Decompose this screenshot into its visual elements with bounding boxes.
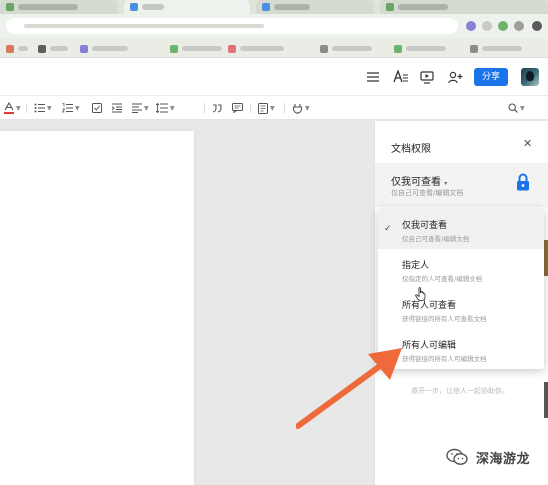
- permission-option-only-me[interactable]: ✓ 仅我可查看 仅自己可查看/编辑文档: [378, 209, 544, 249]
- lock-icon: [516, 173, 530, 191]
- share-button[interactable]: 分享: [474, 68, 508, 86]
- chevron-down-icon: ▼: [170, 104, 175, 112]
- menu-icon[interactable]: [364, 68, 382, 86]
- divider: [204, 103, 205, 113]
- chevron-down-icon: ▼: [305, 104, 310, 112]
- app-header: 分享: [0, 58, 548, 96]
- hand-cursor-icon: [415, 286, 427, 301]
- browser-tab[interactable]: [256, 0, 374, 14]
- numbered-list-icon[interactable]: ▼: [62, 101, 80, 115]
- address-input[interactable]: [6, 18, 458, 34]
- current-permission[interactable]: 仅我可查看 ▾ 仅自己可查看/编辑文档: [375, 163, 548, 207]
- extension-icon[interactable]: [466, 21, 476, 31]
- add-collaborator-icon[interactable]: [446, 68, 464, 86]
- current-permission-desc: 仅自己可查看/编辑文档: [391, 189, 464, 197]
- avatar[interactable]: [521, 68, 539, 86]
- bookmark-item[interactable]: [38, 44, 68, 53]
- tab-favicon-icon: [262, 3, 270, 11]
- bookmark-item[interactable]: [6, 44, 28, 53]
- tab-favicon-icon: [6, 3, 14, 11]
- bookmark-item[interactable]: [170, 44, 222, 53]
- text-format-icon[interactable]: [392, 68, 410, 86]
- bullet-list-icon[interactable]: ▼: [34, 101, 52, 115]
- bookmark-item[interactable]: [320, 44, 372, 53]
- chevron-down-icon: ▼: [520, 104, 525, 112]
- tab-favicon-icon: [130, 3, 138, 11]
- comment-icon[interactable]: [232, 101, 243, 115]
- permission-option-anyone-view[interactable]: 所有人可查看 获得链接的所有人可查看文档: [378, 289, 544, 329]
- annotation-arrow-icon: [296, 348, 402, 429]
- bookmark-item[interactable]: [80, 44, 128, 53]
- document-page[interactable]: [0, 131, 194, 485]
- extension-icon[interactable]: [498, 21, 508, 31]
- divider: [26, 103, 27, 113]
- format-toolbar: ▼ ▼ ▼ ▼ ▼ ▼ ▼ ▼: [0, 96, 548, 120]
- document-area: [0, 121, 374, 485]
- browser-tab-bar: [0, 0, 548, 14]
- chevron-down-icon: ▼: [47, 104, 52, 112]
- chevron-down-icon: ▾: [444, 180, 448, 187]
- bookmarks-bar: [0, 38, 548, 58]
- quote-icon[interactable]: [212, 101, 222, 115]
- chevron-down-icon: ▼: [270, 104, 275, 112]
- panel-hint: 邀开一步，让他人一起协助你。: [411, 387, 509, 395]
- extension-icon[interactable]: [482, 21, 492, 31]
- watermark-text: 深海游龙: [476, 451, 531, 467]
- browser-tab[interactable]: [0, 0, 118, 14]
- extension-icon[interactable]: [514, 21, 524, 31]
- bookmark-item[interactable]: [394, 44, 446, 53]
- indent-icon[interactable]: [112, 101, 122, 115]
- divider: [250, 103, 251, 113]
- line-spacing-icon[interactable]: ▼: [156, 101, 175, 115]
- wechat-logo-icon: [446, 448, 468, 465]
- profile-icon[interactable]: [532, 21, 542, 31]
- font-color-icon[interactable]: ▼: [4, 101, 21, 115]
- chevron-down-icon: ▼: [75, 104, 80, 112]
- present-icon[interactable]: [418, 68, 436, 86]
- browser-tab-active[interactable]: [124, 0, 250, 14]
- current-permission-title: 仅我可查看 ▾: [391, 177, 448, 188]
- chevron-down-icon: ▼: [16, 104, 21, 112]
- tab-favicon-icon: [386, 3, 394, 11]
- plugin-icon[interactable]: ▼: [292, 101, 310, 115]
- bookmark-item[interactable]: [470, 44, 522, 53]
- side-handle[interactable]: [544, 382, 548, 418]
- address-bar-row: [0, 14, 548, 38]
- divider: [284, 103, 285, 113]
- close-icon[interactable]: ✕: [523, 137, 532, 150]
- permission-option-specified-people[interactable]: 指定人 仅指定的人可查看/编辑文档: [378, 249, 544, 289]
- panel-title: 文档权限: [391, 144, 431, 155]
- check-icon: ✓: [384, 224, 392, 234]
- browser-tab[interactable]: [380, 0, 548, 14]
- align-icon[interactable]: ▼: [132, 101, 149, 115]
- bookmark-item[interactable]: [228, 44, 284, 53]
- chevron-down-icon: ▼: [144, 104, 149, 112]
- insert-icon[interactable]: ▼: [258, 101, 275, 115]
- watermark: 深海游龙: [446, 446, 530, 468]
- side-handle[interactable]: [544, 240, 548, 276]
- search-icon[interactable]: ▼: [508, 101, 525, 115]
- checklist-icon[interactable]: [92, 101, 102, 115]
